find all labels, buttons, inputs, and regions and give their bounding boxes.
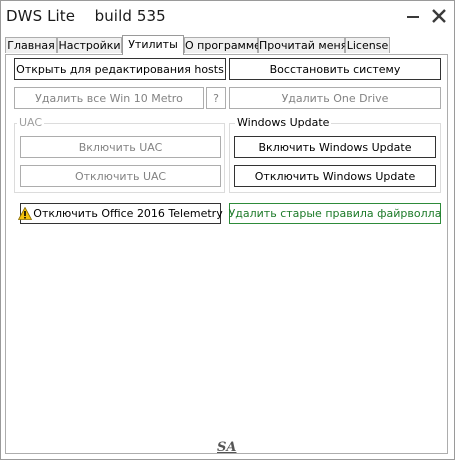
restore-system-button[interactable]: Восстановить систему — [229, 58, 441, 80]
enable-uac-button[interactable]: Включить UAC — [20, 136, 221, 158]
tab-bar: Главная Настройки Утилиты О программе Пр… — [5, 35, 451, 55]
app-window: DWS Lite build 535 Главная Настройки Ути… — [0, 0, 455, 460]
remove-onedrive-button[interactable]: Удалить One Drive — [229, 87, 441, 109]
remove-firewall-rules-button[interactable]: Удалить старые правила файрволла — [229, 203, 441, 224]
close-icon — [432, 9, 446, 23]
windows-update-group-label: Windows Update — [235, 116, 332, 129]
open-hosts-button[interactable]: Открыть для редактирования hosts — [14, 58, 226, 80]
tab-settings[interactable]: Настройки — [57, 37, 122, 53]
minimize-icon — [407, 16, 419, 18]
tab-license[interactable]: License — [345, 37, 390, 53]
tab-readme[interactable]: Прочитай меня — [258, 37, 347, 53]
enable-windows-update-button[interactable]: Включить Windows Update — [234, 136, 436, 158]
disable-uac-button[interactable]: Отключить UAC — [20, 165, 221, 187]
title-bar[interactable]: DWS Lite build 535 — [1, 1, 454, 33]
help-button[interactable]: ? — [206, 87, 226, 109]
disable-windows-update-button[interactable]: Отключить Windows Update — [234, 165, 436, 187]
tab-about[interactable]: О программе — [184, 37, 261, 53]
minimize-button[interactable] — [404, 7, 422, 25]
close-button[interactable] — [430, 7, 448, 25]
uac-group-label: UAC — [17, 116, 45, 129]
window-title: DWS Lite build 535 — [6, 7, 166, 25]
office-telemetry-label: Отключить Office 2016 Telemetry — [33, 207, 223, 220]
remove-metro-apps-button[interactable]: Удалить все Win 10 Metro — [14, 87, 204, 109]
tab-utilities[interactable]: Утилиты — [122, 35, 184, 55]
tab-main[interactable]: Главная — [5, 37, 57, 53]
footer-logo: SA — [217, 440, 237, 455]
disable-office-telemetry-button[interactable]: Отключить Office 2016 Telemetry — [18, 203, 223, 224]
utilities-panel — [5, 54, 448, 454]
warning-icon — [18, 207, 33, 220]
